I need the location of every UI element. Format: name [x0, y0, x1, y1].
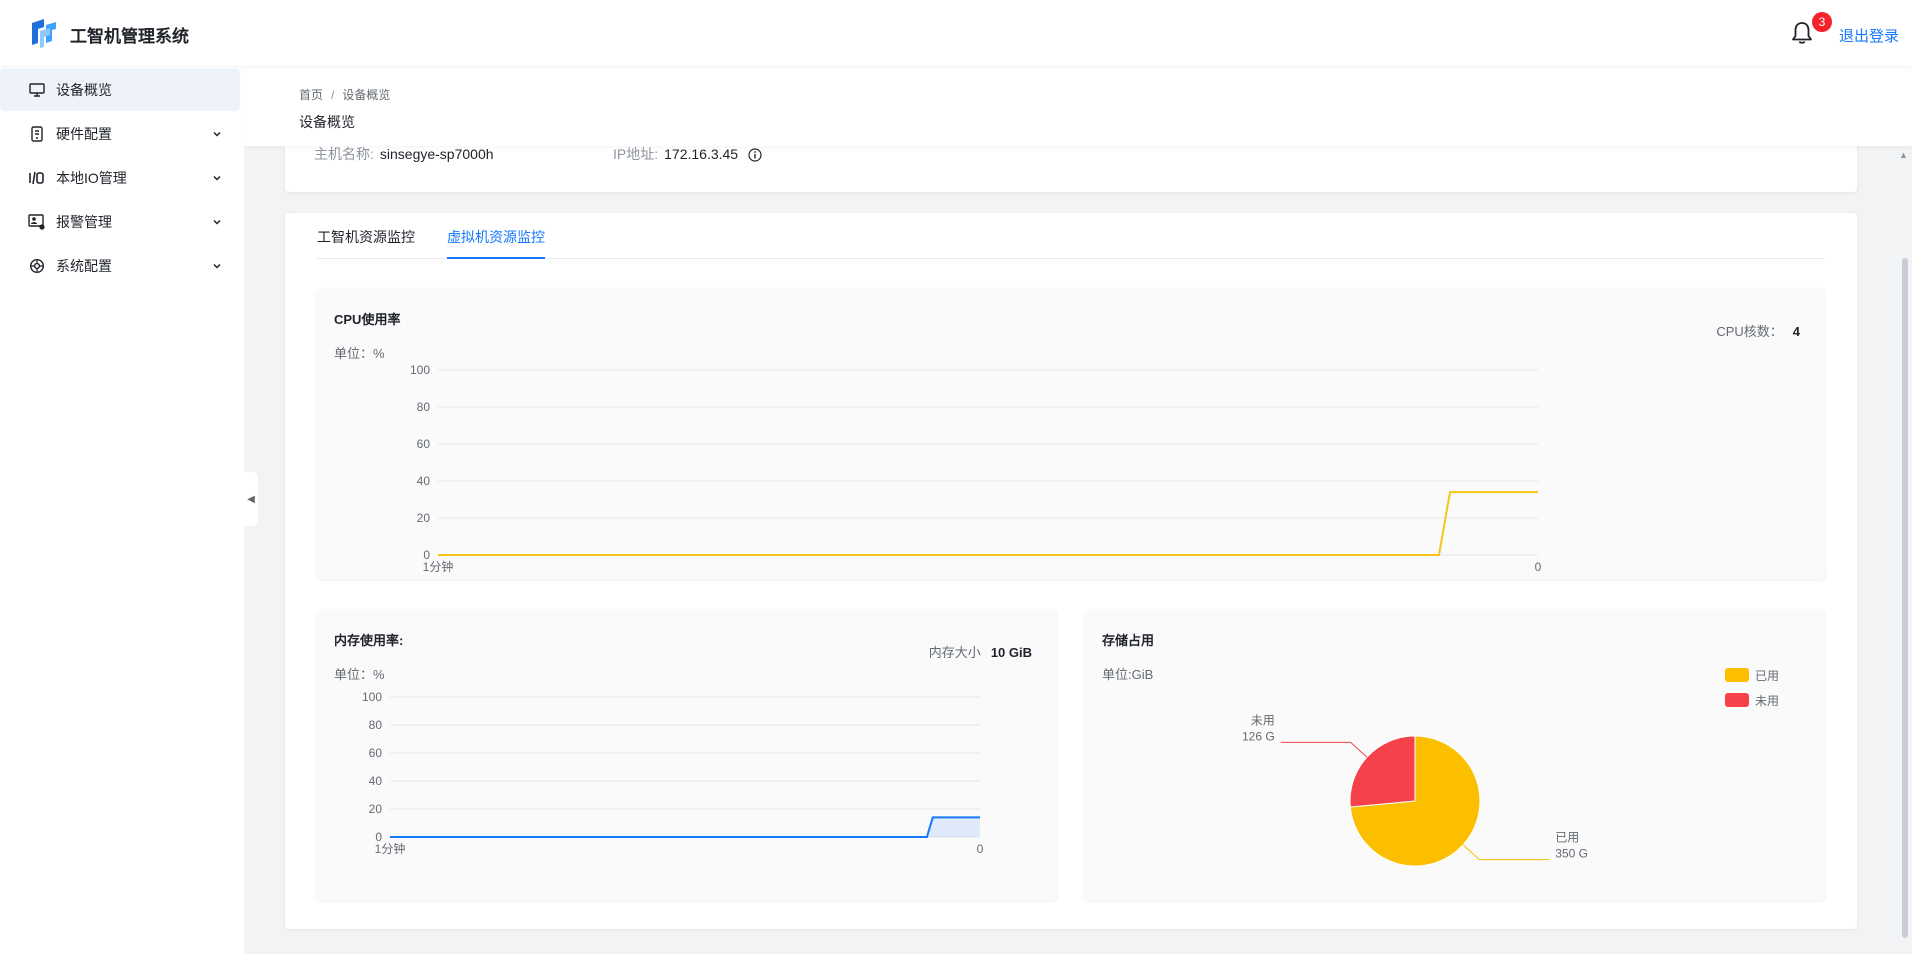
pie-value-label-used: 350 G: [1555, 847, 1588, 861]
chevron-down-icon: [213, 131, 221, 137]
storage-panel: 存储占用 单位:GiB 已用 350 G 未用 126 G 已用 未用: [1085, 610, 1825, 900]
top-header: 工智机管理系统 3 退出登录: [0, 0, 1912, 66]
memory-series-line: [390, 816, 980, 838]
cpu-y-tick-label: 40: [417, 474, 431, 488]
cpu-x-label-start: 1分钟: [423, 559, 454, 574]
memory-y-tick-label: 40: [369, 774, 383, 788]
sidebar-item-label: 本地IO管理: [56, 170, 127, 186]
cpu-panel: CPU使用率 单位：% CPU核数： 4 0 20 40 60 80 100 1分钟 0: [317, 289, 1825, 579]
notification-badge: 3: [1812, 12, 1832, 32]
pie-leader-line-used: [1462, 844, 1550, 861]
sidebar-item-local-io[interactable]: 本地IO管理: [0, 157, 240, 199]
storage-pie-chart: 已用350 G未用126 G已用未用: [1242, 668, 1779, 867]
memory-y-tick-label: 20: [369, 802, 383, 816]
memory-panel: 内存使用率: 单位：% 内存大小 10 GiB 0 20 40 60 80 100 1分钟 0: [317, 610, 1057, 900]
sidebar-item-device-overview[interactable]: 设备概览: [0, 69, 240, 111]
sidebar-item-alarm[interactable]: 报警管理: [0, 201, 240, 243]
hostname-label: 主机名称:: [314, 146, 374, 162]
tab-host-monitor[interactable]: 工智机资源监控: [317, 227, 415, 257]
page-title: 设备概览: [299, 114, 355, 130]
chevron-down-icon: [213, 219, 221, 225]
sidebar-item-hardware-config[interactable]: 硬件配置: [0, 113, 240, 155]
hostname-row: 主机名称: sinsegye-sp7000h: [314, 144, 494, 164]
caret-left-icon: ◀: [247, 493, 255, 505]
notification-bell-icon[interactable]: [1790, 20, 1814, 46]
cpu-y-tick-label: 20: [417, 511, 431, 525]
page-header: 首页 / 设备概览 设备概览: [244, 66, 1912, 146]
settings-icon: [28, 257, 46, 275]
breadcrumb: 首页 / 设备概览: [299, 86, 390, 103]
legend-label-used: 已用: [1755, 669, 1779, 683]
scroll-up-icon[interactable]: ▲: [1899, 150, 1908, 160]
breadcrumb-current: 设备概览: [342, 88, 391, 102]
sidebar-item-label: 设备概览: [56, 82, 112, 98]
chevron-down-icon: [213, 175, 221, 181]
pie-label-used: 已用: [1555, 831, 1579, 845]
tab-vm-monitor[interactable]: 虚拟机资源监控: [447, 227, 545, 259]
monitor-tabs: 工智机资源监控 虚拟机资源监控: [317, 213, 1825, 259]
memory-y-tick-label: 60: [369, 746, 383, 760]
sidebar-collapse-handle[interactable]: ◀: [244, 472, 258, 526]
memory-y-tick-label: 80: [369, 718, 383, 732]
app-title: 工智机管理系统: [70, 27, 189, 46]
sidebar: 设备概览 硬件配置 本地IO管理 报警管理 系统配置: [0, 66, 244, 954]
cpu-y-tick-label: 100: [410, 363, 430, 377]
memory-area-chart: 0204060801001分钟 0: [362, 690, 984, 856]
hostname-value: sinsegye-sp7000h: [379, 146, 494, 162]
ip-value: 172.16.3.45: [664, 146, 739, 162]
breadcrumb-separator: /: [331, 88, 335, 102]
logout-link[interactable]: 退出登录: [1839, 25, 1899, 46]
pie-slice-unused: [1349, 735, 1416, 808]
pie-value-label-unused: 126 G: [1242, 729, 1275, 743]
sidebar-item-label: 系统配置: [56, 258, 112, 274]
legend-swatch-unused: [1725, 693, 1749, 707]
memory-area: [390, 817, 980, 837]
page-scrollbar-thumb[interactable]: [1902, 258, 1908, 938]
cpu-line-chart: 0204060801001分钟 0: [410, 363, 1542, 574]
breadcrumb-home[interactable]: 首页: [299, 88, 323, 102]
sidebar-item-system-config[interactable]: 系统配置: [0, 245, 240, 287]
cpu-series-line: [438, 491, 1538, 556]
chevron-down-icon: [213, 263, 221, 269]
sidebar-item-label: 硬件配置: [56, 126, 112, 142]
cpu-x-label-end: 0: [1535, 560, 1542, 574]
monitor-card: 工智机资源监控 虚拟机资源监控 CPU使用率 单位：% CPU核数： 4 0 20 4…: [285, 213, 1857, 929]
io-icon: [28, 169, 46, 187]
cpu-y-tick-label: 80: [417, 400, 431, 414]
sidebar-item-label: 报警管理: [56, 214, 112, 230]
hardware-icon: [28, 125, 46, 143]
pie-leader-line-unused: [1280, 741, 1368, 758]
memory-y-tick-label: 100: [362, 690, 382, 704]
app-logo-icon: [32, 19, 56, 48]
info-icon[interactable]: [748, 148, 762, 162]
legend-label-unused: 未用: [1755, 694, 1779, 708]
pie-label-unused: 未用: [1251, 713, 1275, 727]
memory-x-label-end: 0: [977, 842, 984, 856]
ip-row: IP地址: 172.16.3.45: [613, 144, 762, 164]
cpu-y-tick-label: 60: [417, 437, 431, 451]
memory-x-label-start: 1分钟: [375, 841, 406, 856]
legend-swatch-used: [1725, 668, 1749, 682]
monitor-icon: [28, 81, 46, 99]
alarm-icon: [28, 213, 46, 231]
ip-label: IP地址:: [613, 146, 659, 162]
